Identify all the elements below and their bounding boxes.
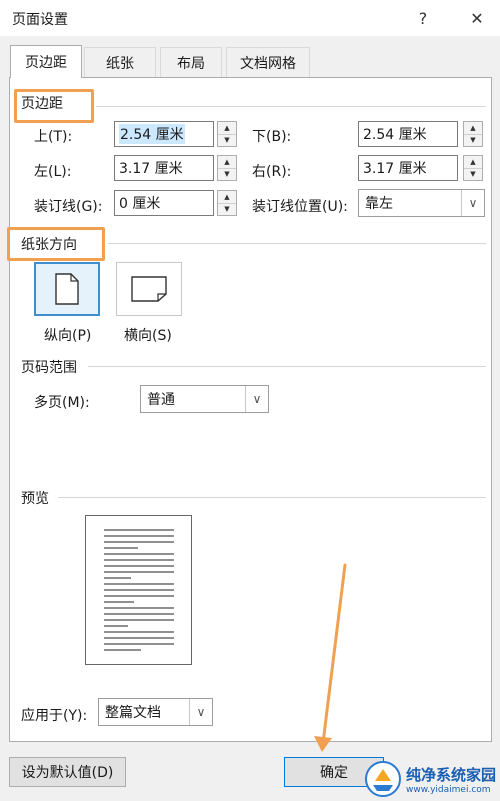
spin-up-icon[interactable]: ▲ xyxy=(218,191,236,203)
left-margin-input[interactable]: 3.17 厘米 xyxy=(114,155,214,181)
title-bar: 页面设置 ? ✕ xyxy=(0,0,500,36)
apply-to-label: 应用于(Y): xyxy=(21,708,88,724)
apply-to-value: 整篇文档 xyxy=(105,705,161,721)
divider xyxy=(108,243,486,244)
annotation-arrow xyxy=(314,563,347,752)
right-margin-input[interactable]: 3.17 厘米 xyxy=(358,155,458,181)
watermark-url: www.yidaimei.com xyxy=(405,784,491,795)
multiple-pages-value: 普通 xyxy=(147,392,175,408)
gutter-value: 0 厘米 xyxy=(119,196,161,212)
bottom-margin-label: 下(B): xyxy=(252,129,292,145)
spin-down-icon[interactable]: ▼ xyxy=(464,133,482,147)
chevron-down-icon[interactable]: ∨ xyxy=(245,386,268,412)
tab-document-grid[interactable]: 文档网格 xyxy=(226,47,310,78)
preview-section-label: 预览 xyxy=(21,491,49,507)
spin-up-icon[interactable]: ▲ xyxy=(464,122,482,134)
watermark-name: 纯净系统家园 xyxy=(405,765,496,784)
top-margin-input[interactable]: 2.54 厘米 xyxy=(114,121,214,147)
annotation-highlight xyxy=(14,89,94,123)
divider xyxy=(58,497,486,498)
preview-page xyxy=(85,515,192,665)
landscape-label[interactable]: 横向(S) xyxy=(124,325,172,345)
tab-joint xyxy=(11,76,81,79)
multiple-pages-label: 多页(M): xyxy=(34,395,90,411)
gutter-position-value: 靠左 xyxy=(365,196,393,212)
help-button[interactable]: ? xyxy=(406,4,440,32)
bottom-margin-spinner[interactable]: ▲ ▼ xyxy=(463,121,483,147)
close-button[interactable]: ✕ xyxy=(460,4,494,32)
gutter-label: 装订线(G): xyxy=(34,199,103,215)
top-margin-value: 2.54 厘米 xyxy=(119,124,185,144)
tab-margins[interactable]: 页边距 xyxy=(10,45,82,78)
divider xyxy=(96,106,486,107)
gutter-position-select[interactable]: 靠左 ∨ xyxy=(358,189,485,217)
landscape-button[interactable] xyxy=(116,262,182,316)
gutter-input[interactable]: 0 厘米 xyxy=(114,190,214,216)
gutter-position-label: 装订线位置(U): xyxy=(252,199,348,215)
landscape-page-icon xyxy=(131,276,167,302)
bottom-margin-input[interactable]: 2.54 厘米 xyxy=(358,121,458,147)
spin-up-icon[interactable]: ▲ xyxy=(464,156,482,168)
top-margin-label: 上(T): xyxy=(34,129,73,145)
spin-down-icon[interactable]: ▼ xyxy=(218,167,236,181)
tab-paper[interactable]: 纸张 xyxy=(84,47,156,78)
portrait-label[interactable]: 纵向(P) xyxy=(44,325,91,345)
left-margin-spinner[interactable]: ▲ ▼ xyxy=(217,155,237,181)
spin-up-icon[interactable]: ▲ xyxy=(218,122,236,134)
portrait-button[interactable] xyxy=(34,262,100,316)
top-margin-spinner[interactable]: ▲ ▼ xyxy=(217,121,237,147)
chevron-down-icon[interactable]: ∨ xyxy=(461,190,484,216)
chevron-down-icon[interactable]: ∨ xyxy=(189,699,212,725)
left-margin-value: 3.17 厘米 xyxy=(119,161,183,177)
left-margin-label: 左(L): xyxy=(34,164,72,180)
spin-down-icon[interactable]: ▼ xyxy=(218,202,236,216)
gutter-spinner[interactable]: ▲ ▼ xyxy=(217,190,237,216)
watermark-logo-icon xyxy=(364,761,401,797)
annotation-highlight xyxy=(7,227,105,261)
divider xyxy=(88,366,486,367)
multiple-pages-select[interactable]: 普通 ∨ xyxy=(140,385,269,413)
bottom-margin-value: 2.54 厘米 xyxy=(363,127,427,143)
watermark: 纯净系统家园 www.yidaimei.com xyxy=(363,759,496,799)
spin-up-icon[interactable]: ▲ xyxy=(218,156,236,168)
apply-to-select[interactable]: 整篇文档 ∨ xyxy=(98,698,213,726)
spin-down-icon[interactable]: ▼ xyxy=(464,167,482,181)
spin-down-icon[interactable]: ▼ xyxy=(218,133,236,147)
right-margin-spinner[interactable]: ▲ ▼ xyxy=(463,155,483,181)
set-default-button[interactable]: 设为默认值(D) xyxy=(9,757,126,787)
tab-layout[interactable]: 布局 xyxy=(160,47,222,78)
portrait-page-icon xyxy=(55,273,79,305)
preview-text-lines xyxy=(104,529,174,651)
pages-section-label: 页码范围 xyxy=(21,360,77,376)
window-title: 页面设置 xyxy=(12,12,68,28)
right-margin-label: 右(R): xyxy=(252,164,292,180)
right-margin-value: 3.17 厘米 xyxy=(363,161,427,177)
